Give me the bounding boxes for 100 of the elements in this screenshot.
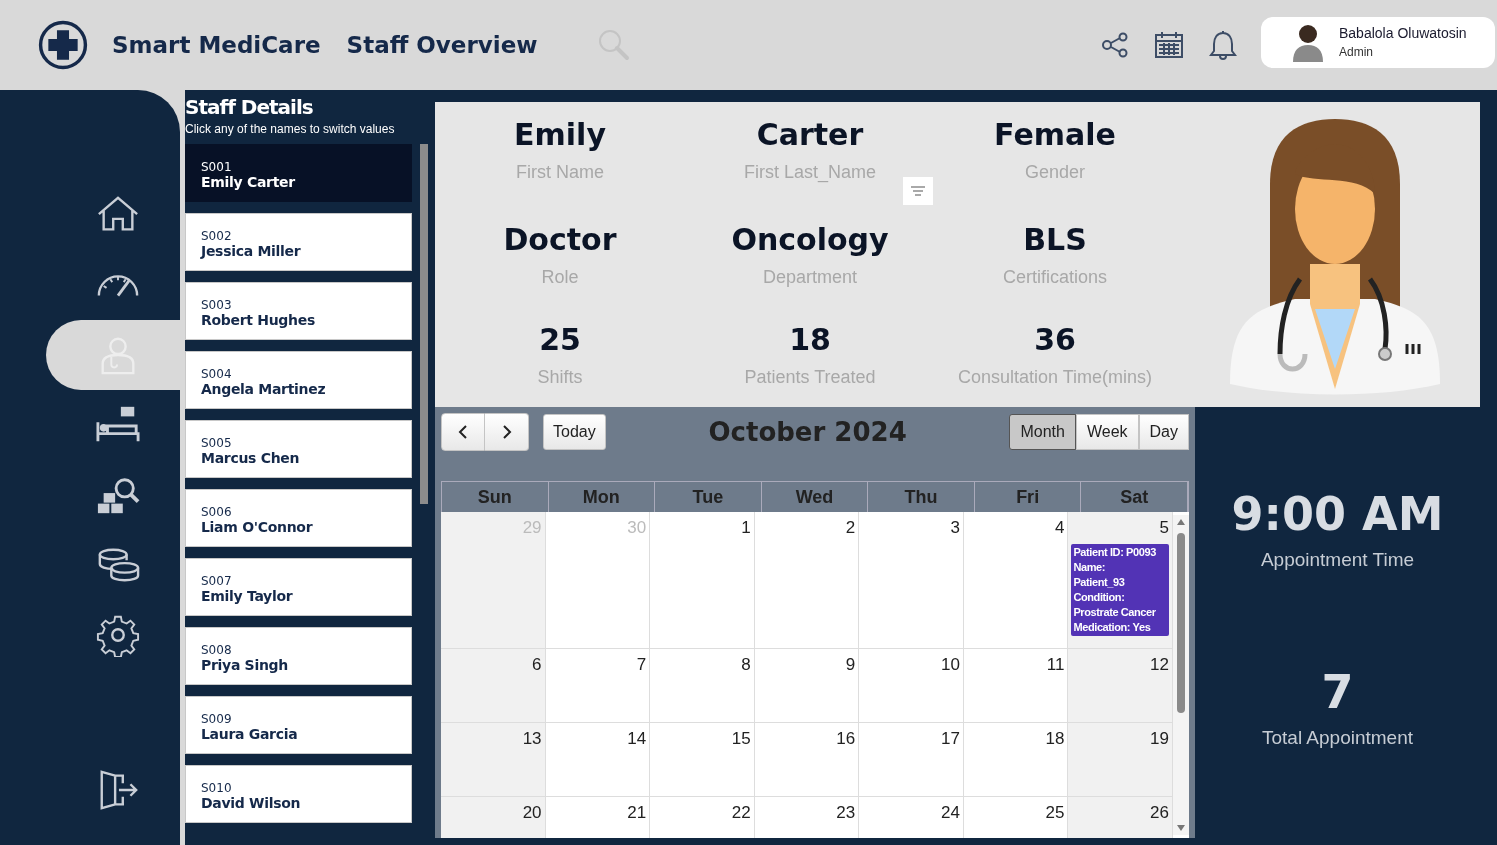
- field-label: Gender: [1024, 162, 1085, 183]
- day-number: 15: [731, 729, 751, 749]
- day-number: 23: [836, 803, 856, 823]
- field-value: 18: [789, 322, 831, 357]
- field-label: Role: [541, 267, 579, 288]
- staff-name: Emily Taylor: [201, 588, 294, 604]
- staff-id: S006: [201, 505, 233, 519]
- day-number: 16: [836, 729, 856, 749]
- event-entry[interactable]: Patient ID: P0093 Name: Patient_93 Condition: Prostrate Cancer Medication: Yes: [1071, 544, 1169, 636]
- day-number: 26: [1150, 803, 1169, 823]
- stat-value: 7: [1321, 665, 1354, 719]
- staff-id: S008: [201, 643, 233, 657]
- view-tab[interactable]: Day: [1138, 414, 1189, 450]
- notification-icon[interactable]: [1207, 29, 1239, 61]
- staff-name: David Wilson: [201, 795, 302, 811]
- day-number: 20: [522, 803, 542, 823]
- day-number: 9: [845, 655, 856, 675]
- day-number: 17: [940, 729, 960, 749]
- staff-item[interactable]: S009 Laura Garcia: [185, 696, 412, 754]
- user-name: Babalola Oluwatosin: [1339, 25, 1467, 41]
- staff-name: Laura Garcia: [201, 726, 299, 742]
- view-tab[interactable]: Week: [1075, 414, 1139, 450]
- day-number: 3: [950, 518, 960, 538]
- day-number: 8: [741, 655, 751, 675]
- calendar-icon[interactable]: [1153, 29, 1185, 61]
- staff-id: S005: [201, 436, 233, 450]
- staff-name: Jessica Miller: [201, 243, 302, 259]
- day-number: 11: [1046, 655, 1065, 675]
- day-number: 25: [1045, 803, 1065, 823]
- page-title: Staff Overview: [346, 32, 538, 58]
- field-value: Carter: [756, 117, 864, 152]
- day-number: 5: [1159, 518, 1169, 538]
- staff-id: S009: [201, 712, 233, 726]
- chevron-left-icon: [456, 424, 470, 440]
- field-label: First Last_Name: [743, 162, 876, 183]
- staff-name: Marcus Chen: [201, 450, 301, 466]
- day-number: 6: [532, 655, 542, 675]
- staff-item[interactable]: S007 Emily Taylor: [185, 558, 412, 616]
- day-number: 18: [1045, 729, 1065, 749]
- day-number: 1: [741, 518, 751, 538]
- staff-id: S004: [201, 367, 233, 381]
- stat-label: Total Appointment: [1261, 727, 1413, 749]
- day-number: 2: [845, 518, 856, 538]
- day-number: 21: [627, 803, 647, 823]
- staff-name: Liam O'Connor: [201, 519, 314, 535]
- day-number: 14: [627, 729, 647, 749]
- view-tab[interactable]: Month: [1009, 414, 1076, 450]
- field-value: 25: [539, 322, 581, 357]
- staff-item[interactable]: S001 Emily Carter: [185, 144, 412, 202]
- staff-id: S010: [201, 781, 233, 795]
- staff-id: S001: [201, 160, 233, 174]
- staff-item[interactable]: S006 Liam O'Connor: [185, 489, 412, 547]
- staff-name: Angela Martinez: [201, 381, 327, 397]
- day-number: 22: [731, 803, 751, 823]
- day-number: 13: [522, 729, 542, 749]
- today-button[interactable]: Today: [543, 414, 606, 450]
- staff-name: Emily Carter: [201, 174, 296, 190]
- scrollbar[interactable]: [1173, 512, 1189, 838]
- field-value: Oncology: [731, 222, 889, 257]
- day-number: 7: [636, 655, 647, 675]
- field-label: First Name: [516, 162, 604, 183]
- day-number: 19: [1150, 729, 1169, 749]
- field-label: Department: [762, 267, 857, 288]
- staff-item[interactable]: S005 Marcus Chen: [185, 420, 412, 478]
- next-button[interactable]: [485, 413, 529, 451]
- calendar-title: October 2024: [707, 417, 908, 447]
- field-value: Female: [994, 117, 1116, 152]
- staff-item[interactable]: S008 Priya Singh: [185, 627, 412, 685]
- staff-id: S002: [201, 229, 233, 243]
- staff-item[interactable]: S004 Angela Martinez: [185, 351, 412, 409]
- field-label: Consultation Time(mins): [957, 367, 1153, 388]
- field-value: Doctor: [503, 222, 617, 257]
- stat-label: Appointment Time: [1260, 549, 1415, 571]
- field-value: 36: [1034, 322, 1076, 357]
- user-role: Admin: [1339, 45, 1374, 59]
- stat-value: 9:00 AM: [1231, 487, 1444, 541]
- panel-subtitle: Click any of the names to switch values: [185, 122, 396, 136]
- staff-item[interactable]: S002 Jessica Miller: [185, 213, 412, 271]
- field-label: Certifications: [1002, 267, 1107, 288]
- avatar-icon: [1291, 22, 1325, 62]
- staff-name: Robert Hughes: [201, 312, 316, 328]
- day-number: 10: [940, 655, 960, 675]
- day-number: 12: [1150, 655, 1169, 675]
- field-value: Emily: [514, 117, 606, 152]
- staff-item[interactable]: S010 David Wilson: [185, 765, 412, 823]
- staff-id: S003: [201, 298, 233, 312]
- day-number: 24: [940, 803, 960, 823]
- panel-title: Staff Details: [185, 95, 314, 119]
- day-number: 4: [1054, 518, 1065, 538]
- field-label: Shifts: [537, 367, 583, 388]
- user-card[interactable]: Babalola Oluwatosin Admin: [1261, 16, 1495, 68]
- staff-item[interactable]: S003 Robert Hughes: [185, 282, 412, 340]
- app-name: Smart MediCare: [112, 32, 321, 58]
- staff-name: Priya Singh: [201, 657, 289, 673]
- field-label: Patients Treated: [744, 367, 876, 388]
- field-value: BLS: [1023, 222, 1087, 257]
- staff-id: S007: [201, 574, 233, 588]
- scrollbar[interactable]: [420, 144, 428, 504]
- previous-button[interactable]: [441, 413, 485, 451]
- day-number: 30: [627, 518, 647, 538]
